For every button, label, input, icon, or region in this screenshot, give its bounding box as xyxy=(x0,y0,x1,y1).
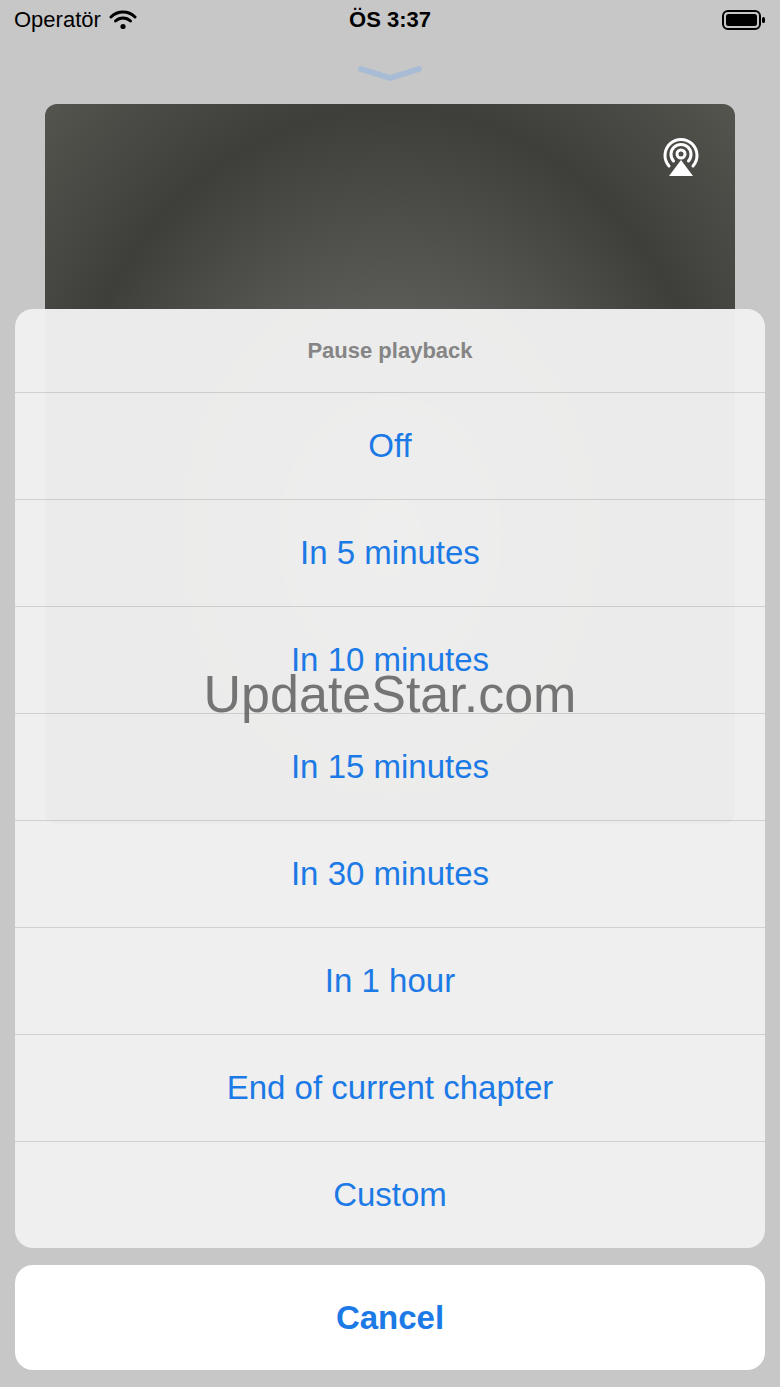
battery-icon xyxy=(722,9,766,31)
carrier-label: Operatör xyxy=(14,7,101,33)
airplay-button[interactable] xyxy=(657,132,705,182)
sheet-title: Pause playback xyxy=(15,309,765,392)
sheet-option[interactable]: In 10 minutes xyxy=(15,606,765,713)
now-playing-screen: Operatör ÖS 3:37 Pause playbackOffIn 5 min… xyxy=(0,0,780,1387)
cancel-button[interactable]: Cancel xyxy=(15,1265,765,1370)
chevron-down-icon[interactable] xyxy=(357,64,423,82)
clock: ÖS 3:37 xyxy=(349,7,431,33)
sheet-option[interactable]: In 30 minutes xyxy=(15,820,765,927)
watermark: UpdateStar.com xyxy=(0,664,780,724)
sheet-option[interactable]: In 1 hour xyxy=(15,927,765,1034)
dismiss-handle[interactable] xyxy=(0,64,780,82)
action-sheet: Pause playbackOffIn 5 minutesIn 10 minut… xyxy=(15,309,765,1370)
sheet-option[interactable]: In 5 minutes xyxy=(15,499,765,606)
action-group: Pause playbackOffIn 5 minutesIn 10 minut… xyxy=(15,309,765,1248)
airplay-icon[interactable] xyxy=(657,132,705,178)
sheet-option[interactable]: End of current chapter xyxy=(15,1034,765,1141)
carrier: Operatör xyxy=(14,7,349,33)
sheet-option[interactable]: Off xyxy=(15,392,765,499)
wifi-icon xyxy=(109,10,137,30)
sheet-option[interactable]: In 15 minutes xyxy=(15,713,765,820)
status-bar: Operatör ÖS 3:37 xyxy=(0,0,780,40)
status-right xyxy=(431,9,766,31)
sheet-option[interactable]: Custom xyxy=(15,1141,765,1248)
